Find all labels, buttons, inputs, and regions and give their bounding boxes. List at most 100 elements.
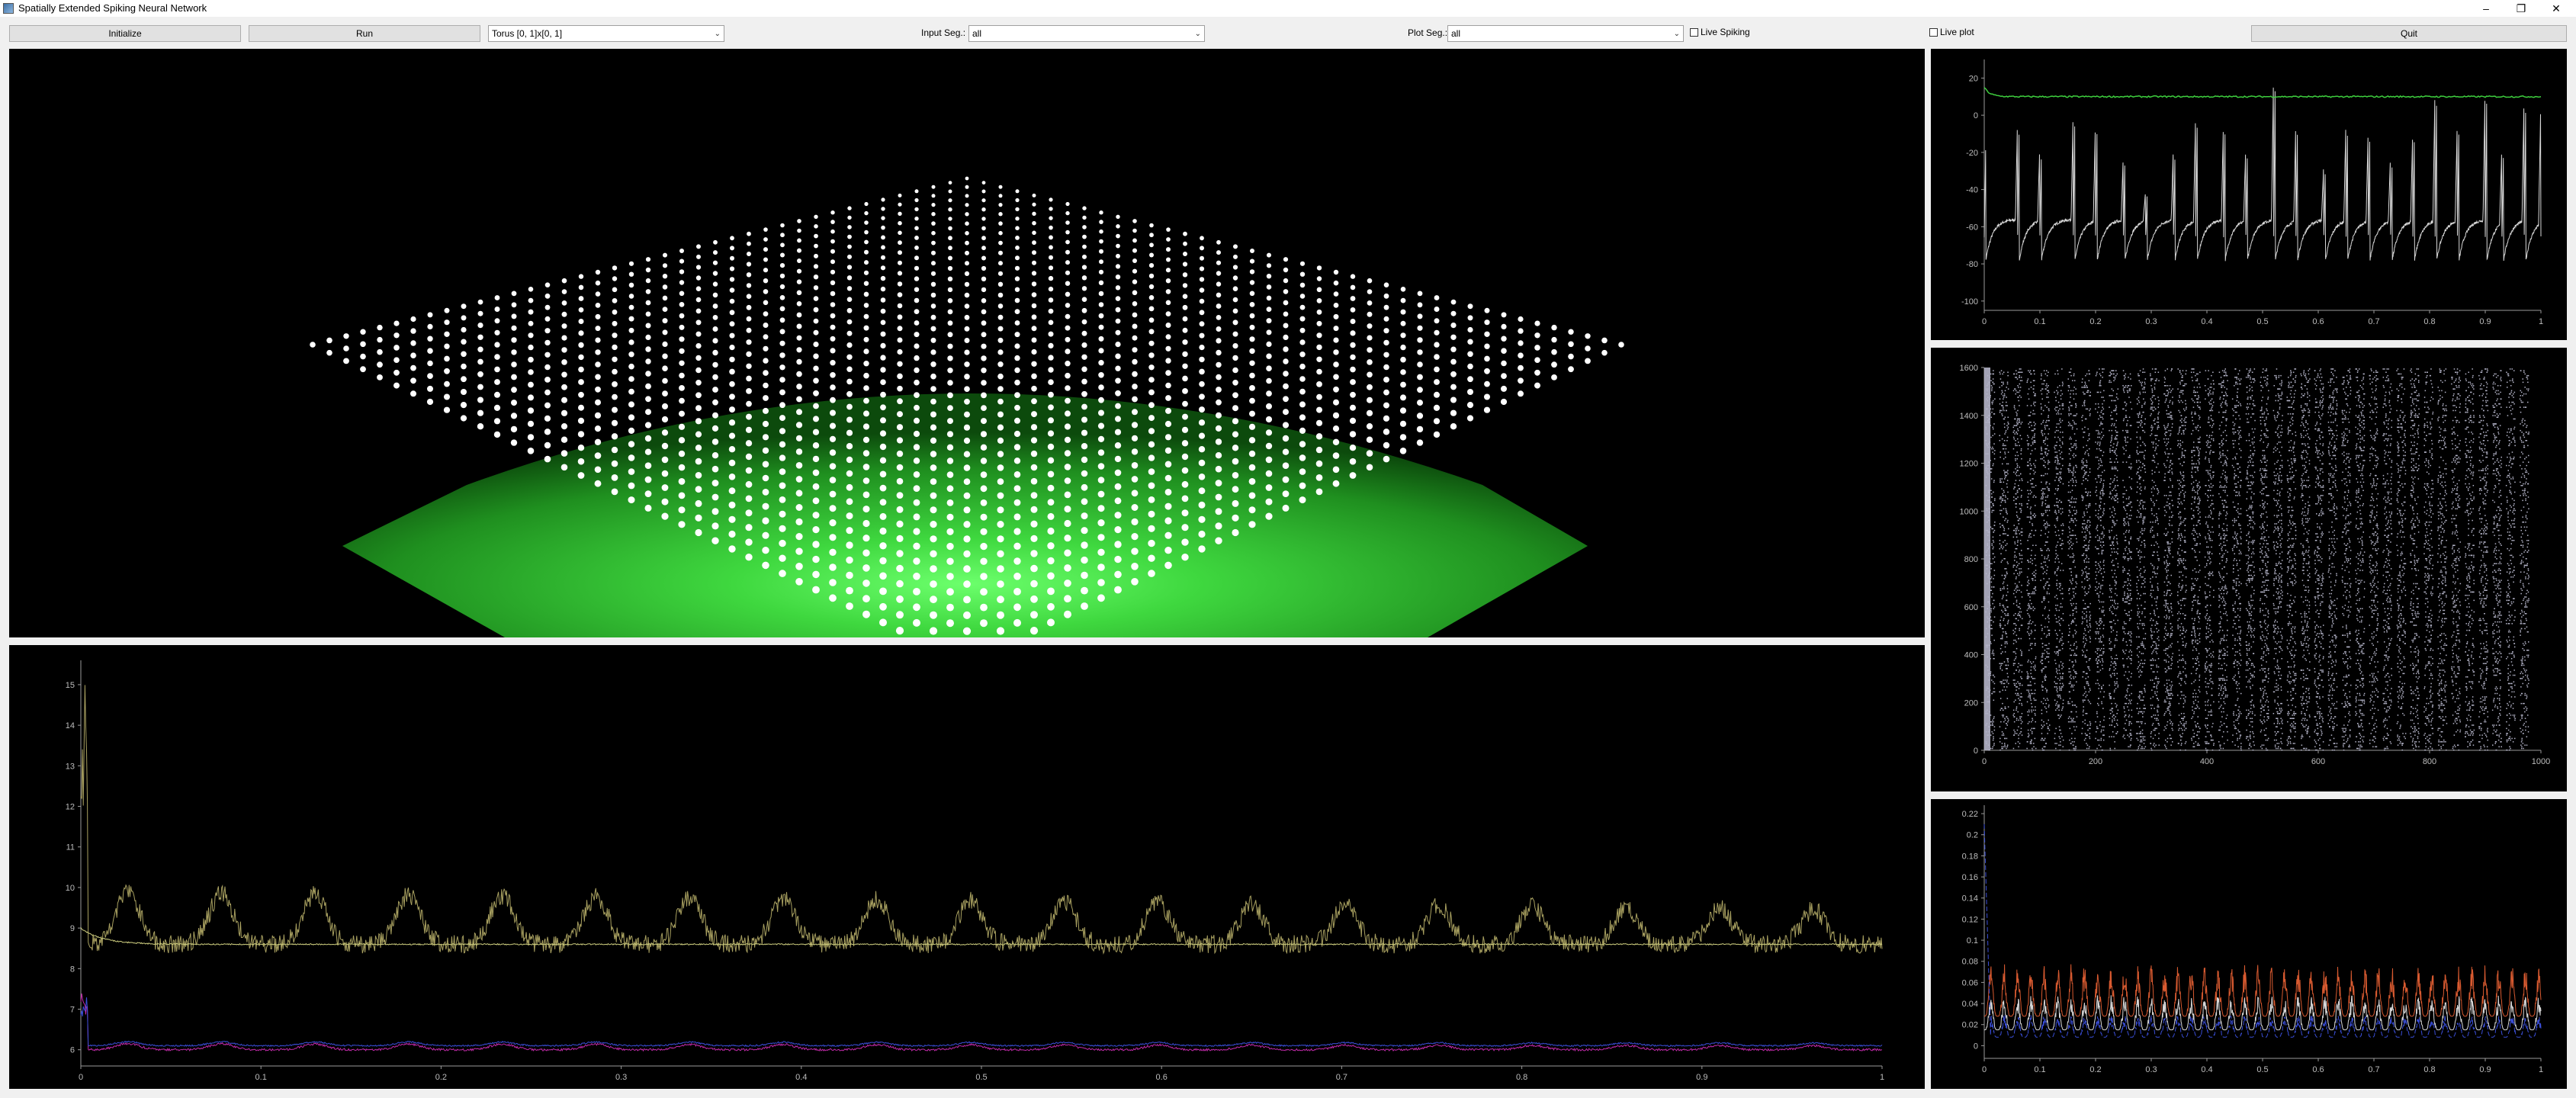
spike-mark bbox=[2349, 702, 2350, 705]
spike-mark bbox=[2287, 676, 2289, 678]
spike-mark bbox=[2096, 713, 2098, 714]
spike-mark bbox=[2468, 681, 2471, 682]
spike-mark bbox=[2250, 711, 2251, 713]
neuron-dot bbox=[393, 345, 400, 351]
neuron-dot bbox=[1299, 427, 1306, 434]
spike-mark bbox=[2205, 724, 2206, 726]
maximize-button[interactable]: ❐ bbox=[2506, 0, 2536, 17]
neuron-dot bbox=[1015, 197, 1020, 203]
spike-mark bbox=[2096, 666, 2099, 668]
spike-mark bbox=[2308, 750, 2311, 751]
minimize-button[interactable]: – bbox=[2471, 0, 2501, 17]
neuron-dot bbox=[393, 332, 400, 339]
spike-mark bbox=[2019, 669, 2021, 671]
spike-mark bbox=[2221, 686, 2222, 688]
chevron-down-icon: ⌄ bbox=[1194, 30, 1201, 38]
spike-mark bbox=[2096, 711, 2098, 713]
spike-mark bbox=[2099, 691, 2102, 693]
spike-mark bbox=[2224, 696, 2226, 698]
spike-mark bbox=[2253, 744, 2255, 746]
spike-mark bbox=[2440, 746, 2442, 748]
neuron-dot bbox=[879, 457, 887, 464]
neuron-dot bbox=[461, 363, 467, 370]
spike-mark bbox=[2003, 686, 2005, 688]
spike-mark bbox=[2372, 676, 2374, 678]
spike-mark bbox=[2223, 678, 2224, 679]
neuron-dot bbox=[528, 332, 534, 339]
spike-mark bbox=[2469, 706, 2471, 708]
spike-mark bbox=[2098, 688, 2099, 689]
spike-mark bbox=[2359, 734, 2362, 736]
spike-mark bbox=[2127, 688, 2129, 689]
spike-mark bbox=[2265, 676, 2266, 678]
spike-mark bbox=[2526, 709, 2527, 711]
neuron-dot bbox=[981, 276, 987, 281]
spike-mark bbox=[2001, 746, 2003, 748]
spike-mark bbox=[2417, 736, 2419, 737]
neuron-dot bbox=[813, 264, 819, 269]
spike-mark bbox=[2362, 726, 2363, 727]
voltage-trace-plot[interactable]: 20 0 -20 -40 -60 -80 -100 0 0.1 0.2 0.3 0.4 0.5 0.6 0.… bbox=[1931, 49, 2567, 340]
spike-mark bbox=[2333, 689, 2335, 691]
spike-mark bbox=[2007, 721, 2009, 723]
neuron-dot bbox=[1098, 396, 1104, 403]
neuron-dot bbox=[963, 535, 971, 543]
network-3d-view[interactable] bbox=[9, 49, 1925, 637]
neuron-dot bbox=[779, 539, 786, 547]
spike-mark bbox=[2166, 724, 2168, 726]
spike-raster-plot[interactable]: 1600 1400 1200 1000 800 600 400 200 0 0 200 400 600 8… bbox=[1931, 348, 2567, 791]
spike-mark bbox=[2428, 719, 2430, 721]
neuron-dot bbox=[1082, 225, 1087, 230]
neuron-dot bbox=[1048, 355, 1054, 361]
input-seg-select[interactable]: all ⌄ bbox=[968, 25, 1205, 42]
spike-mark bbox=[1989, 729, 1990, 731]
initialize-button[interactable]: Initialize bbox=[9, 25, 241, 42]
spike-mark bbox=[2073, 669, 2075, 671]
spike-mark bbox=[2382, 737, 2385, 740]
neuron-dot bbox=[662, 403, 668, 409]
spike-mark bbox=[2427, 716, 2428, 718]
spike-mark bbox=[2415, 741, 2417, 743]
live-spiking-checkbox[interactable]: Live Spiking bbox=[1690, 27, 1750, 37]
spike-mark bbox=[2016, 695, 2018, 696]
spike-mark bbox=[2373, 713, 2375, 714]
spike-mark bbox=[2452, 669, 2453, 671]
spike-mark bbox=[2194, 689, 2195, 691]
spike-mark bbox=[2383, 739, 2385, 741]
spike-mark bbox=[2086, 661, 2087, 663]
spike-mark bbox=[2069, 698, 2071, 699]
spike-mark bbox=[2438, 691, 2440, 693]
spike-mark bbox=[2452, 696, 2455, 698]
neuron-dot bbox=[1131, 490, 1139, 497]
neuron-dot bbox=[763, 345, 769, 352]
spike-mark bbox=[2499, 695, 2501, 696]
x-tick-label: 0.8 bbox=[1516, 1073, 1527, 1082]
neuron-dot bbox=[1183, 231, 1187, 236]
topology-select[interactable]: Torus [0, 1]x[0, 1] ⌄ bbox=[488, 25, 724, 42]
spike-mark bbox=[2239, 736, 2241, 737]
spike-mark bbox=[2250, 701, 2251, 703]
spike-mark bbox=[2125, 702, 2128, 705]
neuron-dot bbox=[679, 372, 685, 379]
quit-button[interactable]: Quit bbox=[2251, 25, 2567, 42]
spike-mark bbox=[2314, 750, 2317, 751]
close-button[interactable]: ✕ bbox=[2541, 0, 2571, 17]
plot-seg-select[interactable]: all ⌄ bbox=[1447, 25, 1684, 42]
live-plot-checkbox[interactable]: Live plot bbox=[1929, 27, 1974, 37]
population-mean-plot[interactable]: 15 14 13 12 11 10 9 8 7 6 0 0.1 0.2 0.3 0.4 0.5 0.6 0.7 0.… bbox=[9, 645, 1925, 1089]
neuron-dot bbox=[1148, 389, 1155, 396]
spike-mark bbox=[2510, 696, 2513, 698]
neuron-dot bbox=[914, 255, 919, 261]
spike-mark bbox=[2016, 706, 2018, 708]
neuron-dot bbox=[494, 295, 500, 300]
neuron-dot bbox=[881, 197, 885, 202]
spike-mark bbox=[2305, 678, 2306, 679]
spike-mark bbox=[2177, 743, 2179, 744]
spike-mark bbox=[2059, 689, 2060, 691]
run-button[interactable]: Run bbox=[249, 25, 480, 42]
neuron-dot bbox=[796, 371, 802, 377]
neuron-dot bbox=[1048, 391, 1054, 398]
spike-mark bbox=[2247, 709, 2250, 711]
spike-mark bbox=[2278, 713, 2280, 714]
spike-mark bbox=[2237, 729, 2239, 731]
